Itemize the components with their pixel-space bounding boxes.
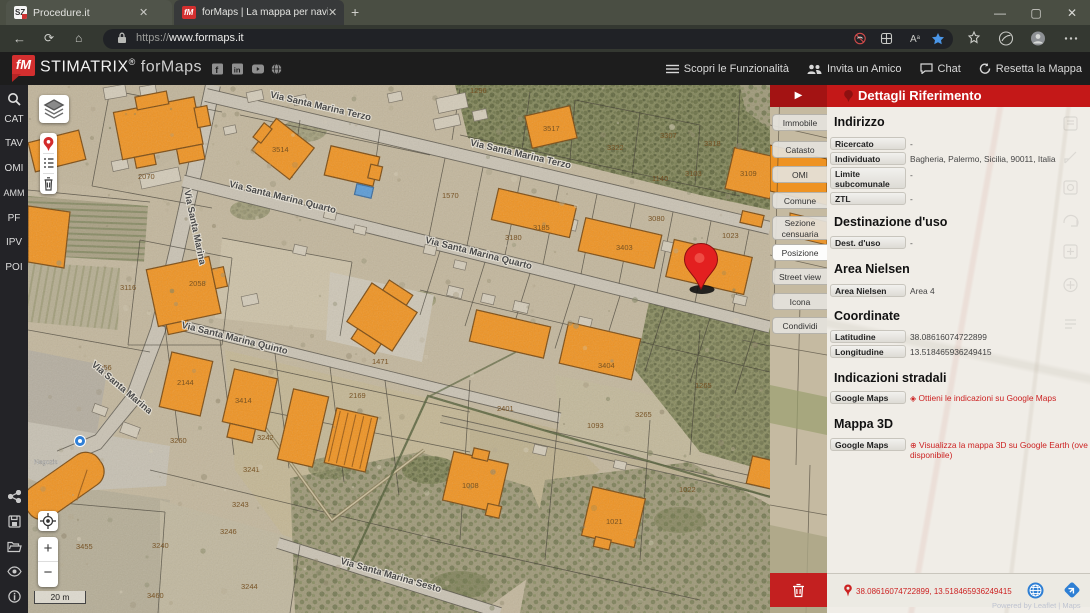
svg-text:Aa: Aa — [910, 34, 921, 45]
svg-text:in: in — [234, 65, 241, 74]
